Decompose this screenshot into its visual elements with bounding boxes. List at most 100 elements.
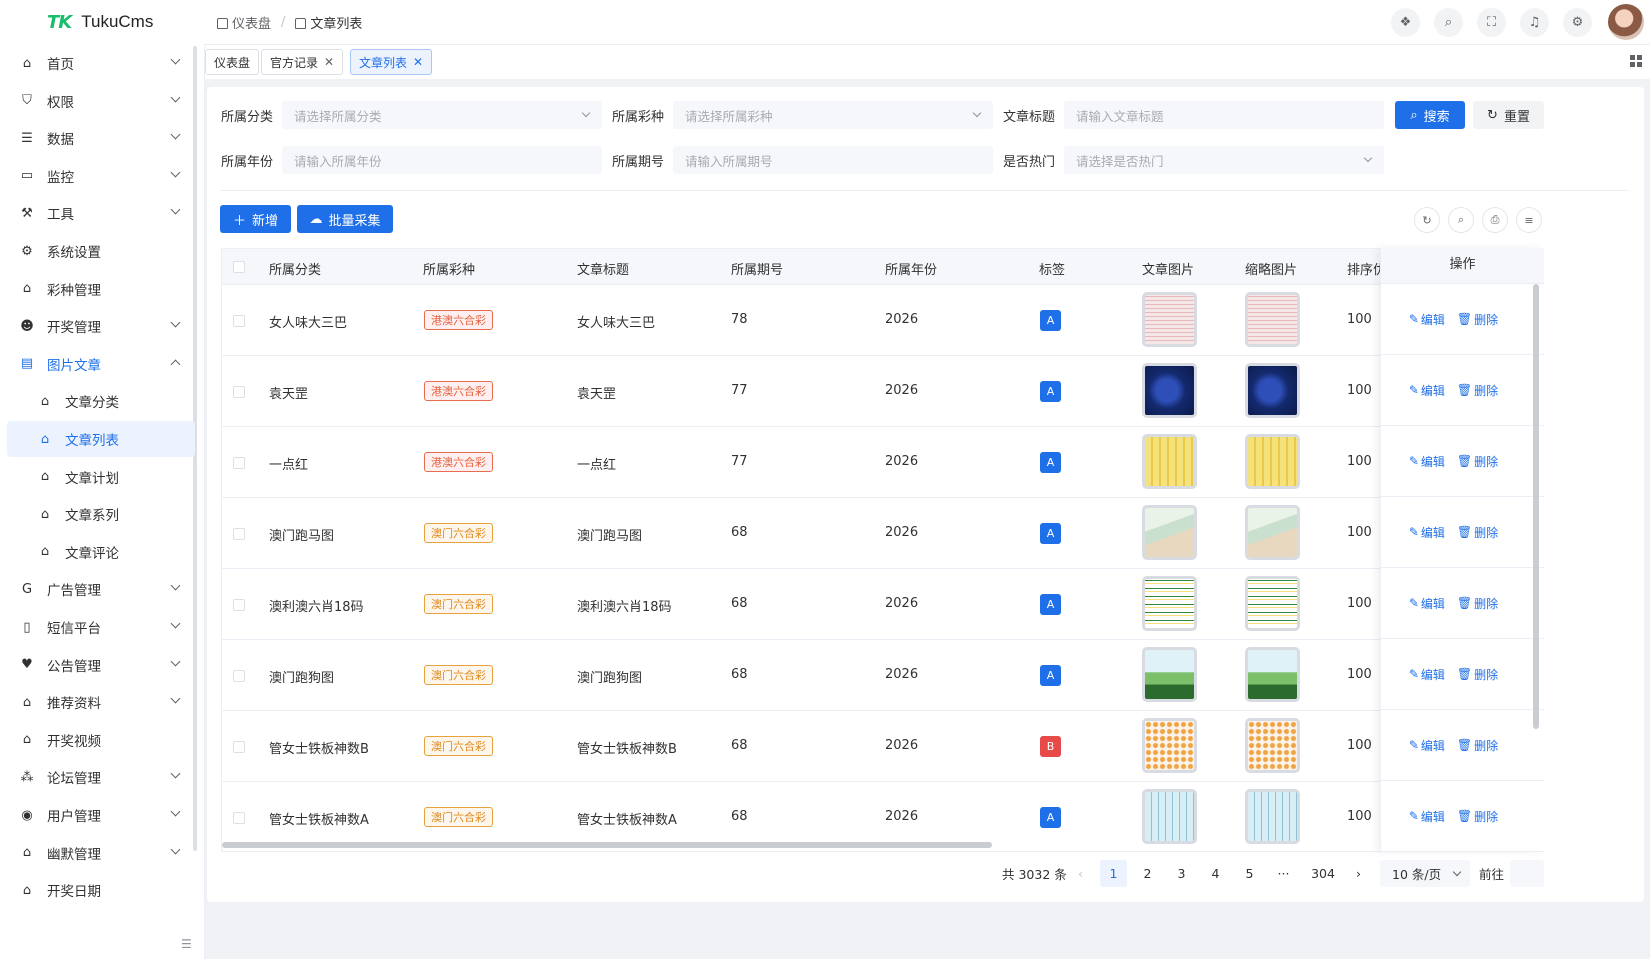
sidebar-item[interactable]: ⌂ 文章列表 — [7, 421, 195, 457]
year-input[interactable]: 请输入所属年份 — [282, 146, 602, 174]
thumbnail-image[interactable] — [1245, 647, 1300, 702]
page-button[interactable]: 5 — [1236, 860, 1263, 887]
row-checkbox[interactable] — [233, 812, 245, 824]
row-checkbox[interactable] — [233, 386, 245, 398]
sidebar-item[interactable]: ⌂ 文章计划 — [7, 459, 195, 495]
article-image[interactable] — [1142, 576, 1197, 631]
sidebar-item[interactable]: ▤ 图片文章 — [7, 346, 195, 382]
column-header-image[interactable]: 文章图片 — [1142, 259, 1194, 278]
delete-button[interactable]: 🗑︎ 删除 — [1457, 311, 1498, 328]
avatar[interactable] — [1608, 4, 1644, 40]
refresh-icon[interactable]: ↻ — [1414, 207, 1440, 233]
column-header-thumbnail[interactable]: 缩略图片 — [1245, 259, 1297, 278]
edit-button[interactable]: ✎ 编辑 — [1409, 737, 1445, 754]
search-toggle-icon[interactable]: ⌕ — [1448, 207, 1474, 233]
article-image[interactable] — [1142, 718, 1197, 773]
table-row[interactable]: 女人味大三巴 港澳六合彩 女人味大三巴 78 2026 A 100 — [222, 285, 1543, 356]
sidebar-item[interactable]: ⌂ 开奖视频 — [7, 722, 195, 758]
breadcrumb-item-dashboard[interactable]: 仪表盘 — [232, 13, 271, 32]
thumbnail-image[interactable] — [1245, 363, 1300, 418]
sidebar-item[interactable]: ⌂ 文章评论 — [7, 534, 195, 570]
title-input[interactable]: 请输入文章标题 — [1064, 101, 1384, 129]
table-row[interactable]: 澳利澳六肖18码 澳门六合彩 澳利澳六肖18码 68 2026 A 100 — [222, 569, 1543, 640]
sidebar-item[interactable]: G 广告管理 — [7, 571, 195, 607]
tab-dashboard[interactable]: 仪表盘 — [205, 49, 260, 75]
next-page-icon[interactable]: › — [1345, 860, 1372, 887]
delete-button[interactable]: 🗑︎ 删除 — [1457, 524, 1498, 541]
table-row[interactable]: 澳门跑狗图 澳门六合彩 澳门跑狗图 68 2026 A 100 — [222, 640, 1543, 711]
page-button[interactable]: 4 — [1202, 860, 1229, 887]
article-image[interactable] — [1142, 434, 1197, 489]
table-row[interactable]: 一点红 港澳六合彩 一点红 77 2026 A 100 — [222, 427, 1543, 498]
edit-button[interactable]: ✎ 编辑 — [1409, 524, 1445, 541]
batch-collect-button[interactable]: ☁ 批量采集 — [297, 205, 393, 233]
reset-button[interactable]: ↻ 重置 — [1473, 101, 1544, 129]
row-checkbox[interactable] — [233, 528, 245, 540]
column-header-tag[interactable]: 标签 — [1039, 259, 1065, 278]
columns-icon[interactable]: ≡ — [1516, 207, 1542, 233]
sidebar-item[interactable]: ◉ 用户管理 — [7, 797, 195, 833]
fullscreen-icon[interactable]: ⛶ — [1477, 7, 1506, 37]
sidebar-item[interactable]: ⚒ 工具 — [7, 195, 195, 231]
sidebar-item[interactable]: ☻ 开奖管理 — [7, 308, 195, 344]
article-image[interactable] — [1142, 292, 1197, 347]
row-checkbox[interactable] — [233, 315, 245, 327]
horizontal-scrollbar[interactable] — [222, 842, 992, 848]
page-size-select[interactable]: 10 条/页 — [1380, 860, 1470, 887]
sidebar-item[interactable]: ▯ 短信平台 — [7, 609, 195, 645]
hot-select[interactable]: 请选择是否热门 — [1064, 146, 1384, 174]
sidebar-item[interactable]: ⌂ 彩种管理 — [7, 271, 195, 307]
table-row[interactable]: 袁天罡 港澳六合彩 袁天罡 77 2026 A 100 — [222, 356, 1543, 427]
row-checkbox[interactable] — [233, 741, 245, 753]
thumbnail-image[interactable] — [1245, 789, 1300, 844]
page-button[interactable]: 3 — [1168, 860, 1195, 887]
sidebar-item[interactable]: ☰ 数据 — [7, 120, 195, 156]
column-header-title[interactable]: 文章标题 — [577, 259, 629, 278]
table-row[interactable]: 澳门跑马图 澳门六合彩 澳门跑马图 68 2026 A 100 — [222, 498, 1543, 569]
page-button[interactable]: 1 — [1100, 860, 1127, 887]
edit-button[interactable]: ✎ 编辑 — [1409, 595, 1445, 612]
column-header-year[interactable]: 所属年份 — [885, 259, 937, 278]
thumbnail-image[interactable] — [1245, 292, 1300, 347]
delete-button[interactable]: 🗑︎ 删除 — [1457, 382, 1498, 399]
print-icon[interactable]: ⎙ — [1482, 207, 1508, 233]
lottery-select[interactable]: 请选择所属彩种 — [673, 101, 993, 129]
close-icon[interactable]: ✕ — [324, 55, 334, 69]
edit-button[interactable]: ✎ 编辑 — [1409, 382, 1445, 399]
row-checkbox[interactable] — [233, 670, 245, 682]
page-button[interactable]: 304 — [1306, 860, 1340, 887]
column-header-lottery[interactable]: 所属彩种 — [423, 259, 475, 278]
thumbnail-image[interactable] — [1245, 505, 1300, 560]
sidebar-item[interactable]: ♥ 公告管理 — [7, 647, 195, 683]
jump-page-input[interactable] — [1510, 860, 1544, 887]
sidebar-item[interactable]: ⌂ 幽默管理 — [7, 835, 195, 871]
sidebar-item[interactable]: ⌂ 文章系列 — [7, 496, 195, 532]
search-button[interactable]: ⌕ 搜索 — [1395, 101, 1465, 129]
delete-button[interactable]: 🗑︎ 删除 — [1457, 666, 1498, 683]
delete-button[interactable]: 🗑︎ 删除 — [1457, 737, 1498, 754]
thumbnail-image[interactable] — [1245, 576, 1300, 631]
thumbnail-image[interactable] — [1245, 718, 1300, 773]
theme-icon[interactable]: ❖ — [1391, 7, 1420, 37]
prev-page-icon[interactable]: ‹ — [1067, 860, 1094, 887]
delete-button[interactable]: 🗑︎ 删除 — [1457, 595, 1498, 612]
edit-button[interactable]: ✎ 编辑 — [1409, 311, 1445, 328]
category-select[interactable]: 请选择所属分类 — [282, 101, 602, 129]
thumbnail-image[interactable] — [1245, 434, 1300, 489]
sidebar-item[interactable]: ⌂ 文章分类 — [7, 383, 195, 419]
tabs-menu-icon[interactable] — [1630, 55, 1642, 67]
article-image[interactable] — [1142, 789, 1197, 844]
issue-input[interactable]: 请输入所属期号 — [673, 146, 993, 174]
delete-button[interactable]: 🗑︎ 删除 — [1457, 808, 1498, 825]
edit-button[interactable]: ✎ 编辑 — [1409, 808, 1445, 825]
column-header-issue[interactable]: 所属期号 — [731, 259, 783, 278]
edit-button[interactable]: ✎ 编辑 — [1409, 453, 1445, 470]
row-checkbox[interactable] — [233, 457, 245, 469]
logo[interactable]: TK TukuCms — [0, 12, 205, 33]
sidebar-item[interactable]: ⁂ 论坛管理 — [7, 759, 195, 795]
article-image[interactable] — [1142, 505, 1197, 560]
tab-article-list[interactable]: 文章列表 ✕ — [350, 49, 433, 75]
page-button[interactable]: 2 — [1134, 860, 1161, 887]
bell-icon[interactable]: ♫ — [1520, 7, 1549, 37]
select-all-checkbox[interactable] — [233, 261, 245, 273]
